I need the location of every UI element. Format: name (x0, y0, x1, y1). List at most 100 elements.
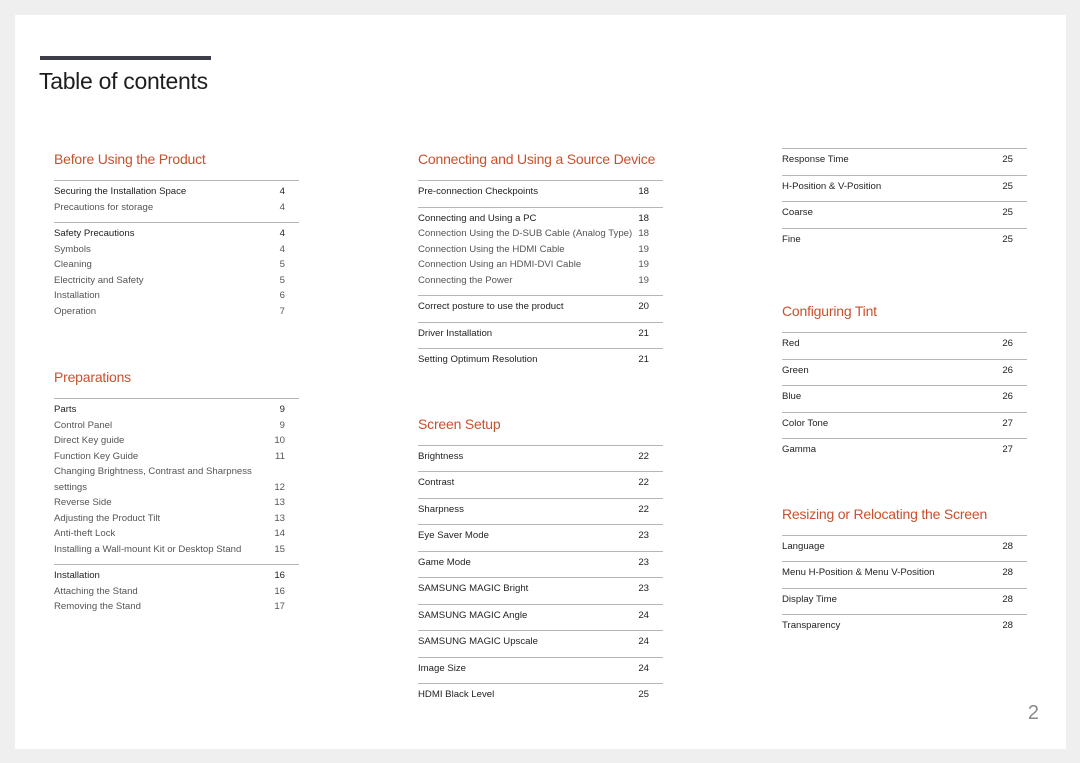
entry-label: Control Panel (54, 419, 113, 431)
entry-label: Brightness (418, 450, 464, 462)
toc-entry[interactable]: Brightness 22 (418, 449, 663, 465)
toc-entry[interactable]: SAMSUNG MAGIC Upscale 24 (418, 634, 663, 650)
entry-label: H-Position & V-Position (782, 180, 882, 192)
toc-group: SAMSUNG MAGIC Bright 23 (418, 577, 663, 604)
toc-entry[interactable]: Color Tone 27 (782, 416, 1027, 432)
toc-entry[interactable]: SAMSUNG MAGIC Bright 23 (418, 581, 663, 597)
toc-entry[interactable]: Transparency 28 (782, 618, 1027, 634)
section-heading[interactable]: Preparations (54, 368, 299, 398)
entry-label: Safety Precautions (54, 228, 135, 239)
section-heading[interactable]: Screen Setup (418, 415, 663, 445)
entry-label: Installing a Wall-mount Kit or Desktop S… (54, 543, 242, 555)
toc-entry[interactable]: HDMI Black Level 25 (418, 687, 663, 703)
entry-label: Contrast (418, 477, 455, 488)
toc-entry[interactable]: Game Mode 23 (418, 555, 663, 571)
toc-entry[interactable]: Connecting and Using a PC 18 (418, 211, 663, 227)
toc-section: Preparations Parts 9 Control Panel 9 Direct K… (54, 368, 299, 622)
entry-label: Cleaning (54, 259, 92, 270)
toc-group: Game Mode 23 (418, 550, 663, 578)
toc-entry[interactable]: Fine 25 (782, 232, 1027, 248)
entry-page-number: 22 (638, 477, 649, 488)
toc-entry[interactable]: Reverse Side 13 (54, 495, 299, 511)
toc-entry[interactable]: Display Time 28 (782, 592, 1027, 608)
entry-label: Electricity and Safety (54, 274, 144, 286)
entry-label: Blue (782, 391, 802, 402)
entry-label: Transparency (782, 620, 841, 631)
page-title: Table of contents (39, 68, 208, 94)
toc-entry[interactable]: Pre-connection Checkpoints 18 (418, 184, 663, 200)
toc-entry[interactable]: Installation 16 (54, 568, 299, 584)
toc-entry[interactable]: H-Position & V-Position 25 (782, 179, 1027, 195)
toc-entry[interactable]: Function Key Guide 11 (54, 449, 299, 465)
entry-label: Image Size (418, 662, 466, 674)
section-heading[interactable]: Before Using the Product (54, 150, 299, 180)
toc-entry[interactable]: Contrast 22 (418, 475, 663, 491)
section-heading[interactable]: Resizing or Relocating the Screen (782, 505, 1027, 535)
section-heading[interactable]: Connecting and Using a Source Device (418, 150, 663, 180)
toc-entry[interactable]: Installation 6 (54, 288, 299, 304)
toc-entry[interactable]: Control Panel 9 (54, 418, 299, 434)
toc-entry[interactable]: Operation 7 (54, 304, 299, 320)
toc-entry[interactable]: Blue 26 (782, 389, 1027, 405)
entry-label: Response Time (782, 154, 849, 165)
entry-page-number: 4 (279, 228, 285, 239)
entry-page-number: 9 (279, 404, 285, 415)
toc-entry[interactable]: Language 28 (782, 539, 1027, 555)
toc-entry[interactable]: Securing the Installation Space 4 (54, 184, 299, 200)
toc-entry[interactable]: Connecting the Power 19 (418, 273, 663, 289)
toc-entry[interactable]: Coarse 25 (782, 205, 1027, 221)
toc-entry[interactable]: Symbols 4 (54, 242, 299, 258)
entry-page-number: 18 (638, 212, 649, 224)
toc-entry[interactable]: Parts 9 (54, 402, 299, 418)
entry-label: Installation (54, 570, 100, 581)
entry-page-number: 13 (274, 497, 285, 508)
toc-entry[interactable]: Safety Precautions 4 (54, 226, 299, 242)
entry-label: Operation (54, 305, 97, 317)
toc-entry[interactable]: Sharpness 22 (418, 502, 663, 518)
toc-entry[interactable]: Connection Using an HDMI-DVI Cable 19 (418, 257, 663, 273)
toc-entry[interactable]: Driver Installation 21 (418, 326, 663, 342)
toc-entry[interactable]: Connection Using the D-SUB Cable (Analog… (418, 226, 663, 242)
entry-page-number: 26 (1002, 364, 1013, 376)
toc-entry[interactable]: Installing a Wall-mount Kit or Desktop S… (54, 542, 299, 558)
section-heading[interactable]: Configuring Tint (782, 302, 1027, 332)
toc-group: Green 26 (782, 358, 1027, 386)
toc-entry[interactable]: SAMSUNG MAGIC Angle 24 (418, 608, 663, 624)
entry-label: Eye Saver Mode (418, 530, 489, 541)
toc-entry[interactable]: Menu H-Position & Menu V-Position 28 (782, 565, 1027, 581)
toc-entry[interactable]: Removing the Stand 17 (54, 599, 299, 615)
entry-label: Changing Brightness, Contrast and Sharpn… (54, 466, 252, 493)
toc-group: Red 26 (782, 332, 1027, 359)
toc-entry[interactable]: Correct posture to use the product 20 (418, 299, 663, 315)
toc-entry[interactable]: Gamma 27 (782, 442, 1027, 458)
entry-page-number: 17 (274, 601, 285, 612)
toc-entry[interactable]: Red 26 (782, 336, 1027, 352)
toc-group: Color Tone 27 (782, 411, 1027, 439)
entry-page-number: 16 (274, 585, 285, 597)
entry-page-number: 16 (274, 570, 285, 581)
toc-entry[interactable]: Adjusting the Product Tilt 13 (54, 511, 299, 527)
toc-entry[interactable]: Setting Optimum Resolution 21 (418, 352, 663, 368)
entry-label: SAMSUNG MAGIC Bright (418, 583, 529, 594)
toc-entry[interactable]: Image Size 24 (418, 661, 663, 677)
toc-entry[interactable]: Attaching the Stand 16 (54, 584, 299, 600)
toc-entry[interactable]: Eye Saver Mode 23 (418, 528, 663, 544)
toc-group: Installation 16 Attaching the Stand 16 Remov… (54, 564, 299, 622)
toc-entry[interactable]: Precautions for storage 4 (54, 200, 299, 216)
entry-page-number: 22 (638, 450, 649, 462)
toc-group: Safety Precautions 4 Symbols 4 Cleaning 5 Elec… (54, 222, 299, 326)
toc-entry[interactable]: Connection Using the HDMI Cable 19 (418, 242, 663, 258)
toc-entry[interactable]: Electricity and Safety 5 (54, 273, 299, 289)
toc-entry[interactable]: Response Time 25 (782, 152, 1027, 168)
toc-entry[interactable]: Green 26 (782, 363, 1027, 379)
entry-label: Removing the Stand (54, 601, 141, 612)
entry-label: Language (782, 540, 825, 552)
entry-page-number: 25 (1002, 207, 1013, 218)
toc-entry[interactable]: Changing Brightness, Contrast and Sharpn… (54, 464, 299, 495)
entry-page-number: 19 (638, 274, 649, 286)
toc-entry[interactable]: Direct Key guide 10 (54, 433, 299, 449)
toc-entry[interactable]: Cleaning 5 (54, 257, 299, 273)
entry-page-number: 24 (638, 662, 649, 674)
toc-entry[interactable]: Anti-theft Lock 14 (54, 526, 299, 542)
toc-section: Resizing or Relocating the Screen Languag… (782, 505, 1027, 641)
